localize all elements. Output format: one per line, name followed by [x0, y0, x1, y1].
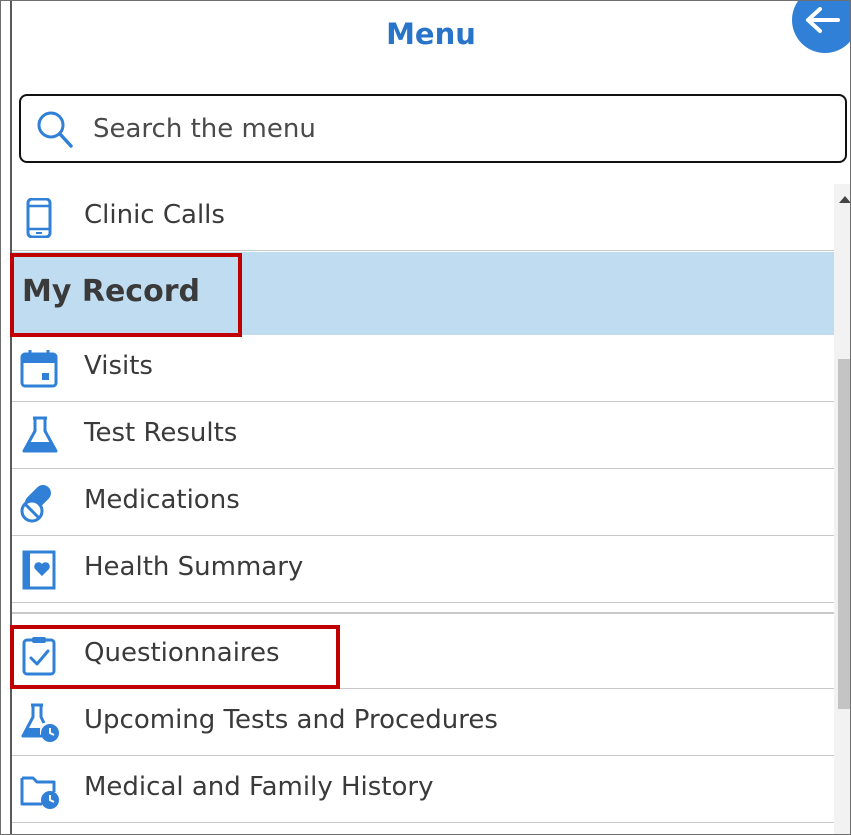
- highlight-box-my-record: [10, 253, 242, 337]
- menu-item-label: Upcoming Tests and Procedures: [84, 705, 498, 735]
- pills-icon: [20, 485, 51, 523]
- menu-item-visits[interactable]: Visits: [12, 335, 834, 402]
- folder-clock-icon: [20, 776, 59, 809]
- search-input[interactable]: [91, 110, 795, 148]
- highlight-box-questionnaires: [10, 625, 340, 689]
- menu-item-label: Test Results: [84, 418, 238, 448]
- menu-item-clinic-calls[interactable]: Clinic Calls: [12, 184, 834, 251]
- arrow-left-icon: [806, 7, 840, 33]
- menu-item-label: Medical and Family History: [84, 772, 434, 802]
- menu-title: Menu: [386, 17, 476, 51]
- search-box[interactable]: [19, 94, 847, 163]
- calendar-icon: [20, 350, 58, 388]
- menu-item-test-results[interactable]: Test Results: [12, 402, 834, 469]
- menu-header: Menu: [12, 1, 850, 79]
- menu-panel: Menu Clinic Calls My Record: [0, 0, 851, 835]
- heart-document-icon: [22, 550, 56, 590]
- menu-item-label: Visits: [84, 351, 153, 381]
- mobile-phone-icon: [26, 198, 52, 238]
- divider: [12, 612, 834, 614]
- scrollbar[interactable]: [834, 184, 850, 834]
- scrollbar-thumb[interactable]: [838, 359, 850, 709]
- menu-item-label: Medications: [84, 485, 240, 515]
- flask-clock-icon: [21, 703, 59, 742]
- menu-item-label: Health Summary: [84, 552, 304, 582]
- menu-item-upcoming-tests[interactable]: Upcoming Tests and Procedures: [12, 689, 834, 756]
- scroll-up-arrow-icon[interactable]: [839, 196, 850, 203]
- menu-item-label: Clinic Calls: [84, 200, 225, 230]
- menu-item-medications[interactable]: Medications: [12, 469, 834, 536]
- menu-item-medical-family-history[interactable]: Medical and Family History: [12, 756, 834, 823]
- menu-item-health-summary[interactable]: Health Summary: [12, 536, 834, 603]
- search-icon: [37, 111, 73, 148]
- left-border: [1, 1, 12, 834]
- flask-icon: [22, 416, 58, 453]
